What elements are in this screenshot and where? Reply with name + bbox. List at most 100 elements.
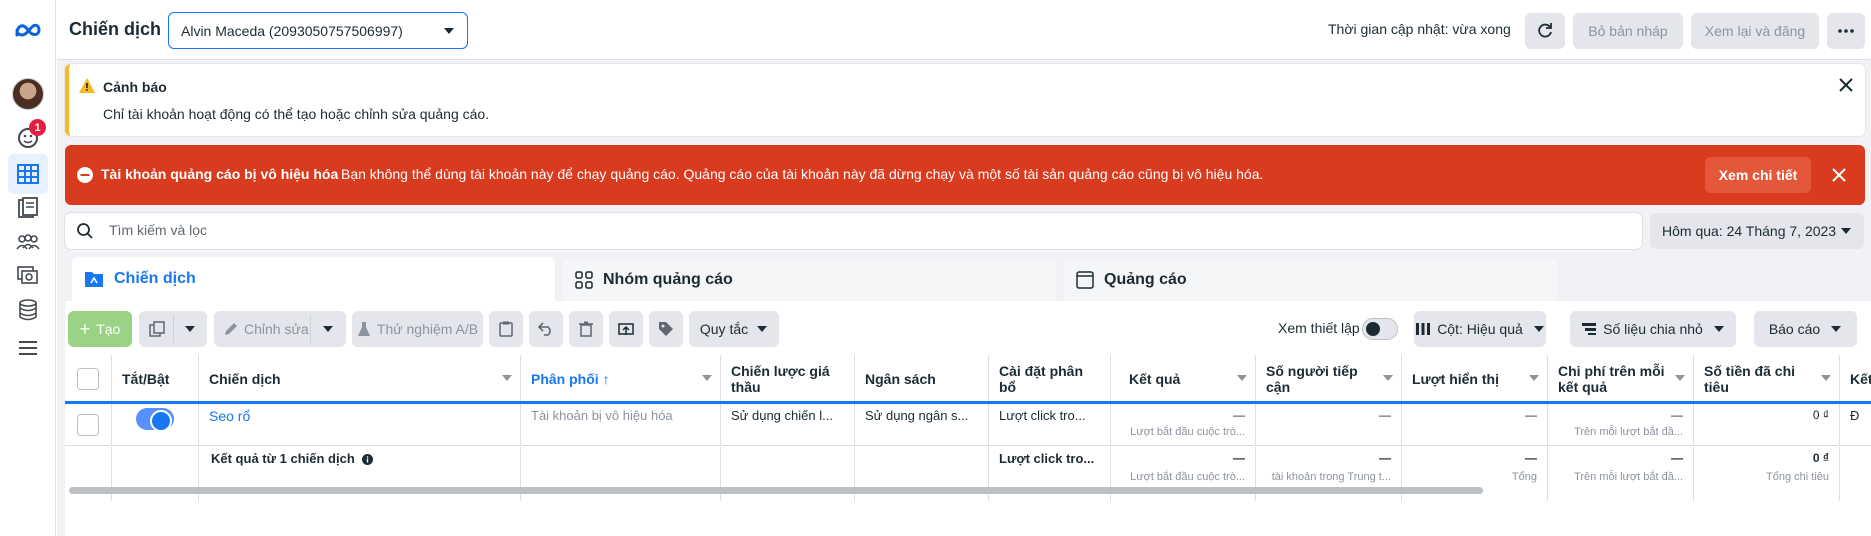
amount-spent-value: 0 ₫ (1812, 408, 1829, 422)
error-body: Bạn không thể dùng tài khoản này để chạy… (341, 166, 1264, 182)
pencil-icon (224, 322, 238, 336)
warning-body: Chỉ tài khoản hoạt động có thể tạo hoặc … (103, 106, 490, 122)
campaign-on-off-toggle[interactable] (136, 408, 174, 432)
meta-logo-icon[interactable] (8, 10, 48, 50)
chevron-down-icon (322, 325, 334, 333)
refresh-icon (1536, 22, 1554, 40)
column-header-label: Chi phí trên mỗi kết quả (1558, 363, 1665, 395)
sort-icon[interactable] (1821, 375, 1831, 381)
create-label: Tạo (96, 321, 121, 337)
clipboard-button[interactable] (489, 311, 523, 347)
duplicate-icon (149, 321, 165, 337)
chevron-down-icon (1533, 325, 1545, 333)
column-header-reach[interactable]: Số người tiếp cận (1256, 355, 1402, 403)
tab-ads[interactable]: Quảng cáo (1064, 259, 1557, 301)
rules-dropdown[interactable]: Quy tắc (689, 311, 779, 347)
edit-label: Chỉnh sửa (244, 321, 309, 337)
select-all-checkbox[interactable] (77, 368, 99, 390)
column-header-label: Phân phối ↑ (531, 371, 610, 387)
search-filter-input[interactable]: Tìm kiếm và lọc (65, 213, 1642, 249)
row-toggle-cell (112, 404, 199, 446)
column-header-cost-per-result[interactable]: Chi phí trên mỗi kết quả (1548, 355, 1694, 403)
view-setup-toggle[interactable] (1362, 318, 1398, 340)
view-setup-label: Xem thiết lập (1278, 320, 1360, 336)
summary-spacer (1840, 447, 1871, 501)
warning-banner: Cảnh báo Chỉ tài khoản hoạt động có thể … (65, 64, 1865, 136)
avatar[interactable] (12, 78, 44, 110)
column-header-results[interactable]: Kết quả (1111, 355, 1256, 403)
summary-results-value: — (1233, 451, 1245, 465)
cost-per-result-cell: — Trên mỗi lượt bắt đầ... (1548, 404, 1694, 446)
delete-button[interactable] (569, 311, 603, 347)
column-header-budget[interactable]: Ngân sách (855, 355, 989, 403)
tab-label: Nhóm quảng cáo (603, 271, 733, 288)
duplicate-button[interactable] (139, 311, 207, 347)
date-range-picker[interactable]: Hôm qua: 24 Tháng 7, 2023 (1650, 213, 1864, 249)
breakdown-dropdown[interactable]: Số liệu chia nhỏ (1570, 311, 1736, 347)
column-header-delivery[interactable]: Phân phối ↑ (521, 355, 721, 403)
notification-count-badge: 1 (29, 119, 46, 136)
notifications-icon[interactable]: 1 (8, 118, 48, 158)
horizontal-scrollbar[interactable] (69, 487, 1483, 494)
column-header-label: Ngân sách (865, 371, 936, 387)
close-icon[interactable] (1832, 168, 1846, 182)
trash-icon (579, 321, 593, 337)
campaign-name-link[interactable]: Seo rổ (199, 404, 521, 446)
column-header-impressions[interactable]: Lượt hiển thị (1402, 355, 1548, 403)
ad-sets-grid-icon (575, 271, 593, 289)
close-icon[interactable] (1839, 78, 1853, 92)
edit-button[interactable]: Chỉnh sửa (214, 311, 346, 347)
summary-impressions-value: — (1525, 451, 1537, 465)
columns-dropdown[interactable]: Cột: Hiệu quả (1414, 311, 1546, 347)
sort-icon[interactable] (502, 375, 512, 381)
create-button[interactable]: + Tạo (68, 311, 132, 347)
ad-account-select[interactable]: Alvin Maceda (2093050757506997) (168, 12, 468, 49)
bid-strategy-value: Sử dụng chiến l... (721, 404, 855, 446)
tab-ad-sets[interactable]: Nhóm quảng cáo (563, 259, 1056, 301)
database-icon[interactable] (8, 290, 48, 330)
row-checkbox[interactable] (77, 414, 99, 436)
chevron-down-icon (184, 325, 196, 333)
tab-campaigns[interactable]: Chiến dịch (72, 257, 555, 301)
column-header-ends[interactable]: Kết (1840, 355, 1871, 403)
sort-icon[interactable] (1237, 375, 1247, 381)
sort-icon[interactable] (1529, 375, 1539, 381)
column-header-attribution[interactable]: Cài đặt phân bổ (989, 355, 1111, 403)
column-header-toggle[interactable]: Tắt/Bật (112, 355, 199, 403)
sort-icon[interactable] (1675, 375, 1685, 381)
rules-label: Quy tắc (699, 321, 749, 337)
reports-dropdown[interactable]: Báo cáo (1754, 311, 1857, 347)
more-options-button[interactable] (1827, 13, 1865, 49)
export-button[interactable] (609, 311, 643, 347)
undo-button[interactable] (529, 311, 563, 347)
summary-cost-per-result-cell: — Trên mỗi lượt bắt đầ... (1548, 447, 1694, 501)
menu-icon[interactable] (8, 328, 48, 368)
column-header-campaign[interactable]: Chiến dịch (199, 355, 521, 403)
column-header-label: Cài đặt phân bổ (999, 363, 1084, 395)
split-divider (310, 315, 311, 343)
column-header-bid-strategy[interactable]: Chiến lược giá thầu (721, 355, 855, 403)
campaign-folder-icon (84, 270, 104, 288)
sort-icon[interactable] (702, 375, 712, 381)
chevron-down-icon (1830, 325, 1842, 333)
page-title: Chiến dịch (69, 19, 162, 39)
summary-reach-subtext: tài khoản trong Trung t... (1271, 471, 1391, 483)
results-cell: — Lượt bắt đầu cuộc trò... (1111, 404, 1256, 446)
impressions-cell: — (1402, 404, 1548, 446)
tag-button[interactable] (649, 311, 683, 347)
review-publish-button[interactable]: Xem lại và đăng (1691, 13, 1819, 49)
sort-icon[interactable] (1383, 375, 1393, 381)
info-icon[interactable] (362, 454, 374, 466)
discard-draft-button[interactable]: Bỏ bản nháp (1573, 13, 1683, 49)
summary-results-subtext: Lượt bắt đầu cuộc trò... (1130, 471, 1245, 483)
refresh-button[interactable] (1525, 13, 1565, 49)
ends-value: Đ (1840, 404, 1871, 446)
breakdown-icon (1581, 322, 1597, 336)
summary-amount-spent-cell: 0 ₫ Tổng chi tiêu (1694, 447, 1840, 501)
ab-test-button[interactable]: Thử nghiệm A/B (352, 311, 483, 347)
cost-per-result-subtext: Trên mỗi lượt bắt đầ... (1574, 426, 1683, 438)
view-details-button[interactable]: Xem chi tiết (1705, 157, 1811, 193)
column-header-amount-spent[interactable]: Số tiền đã chi tiêu (1694, 355, 1840, 403)
summary-cost-per-result-value: — (1671, 451, 1683, 465)
budget-value: Sử dụng ngân s... (855, 404, 989, 446)
